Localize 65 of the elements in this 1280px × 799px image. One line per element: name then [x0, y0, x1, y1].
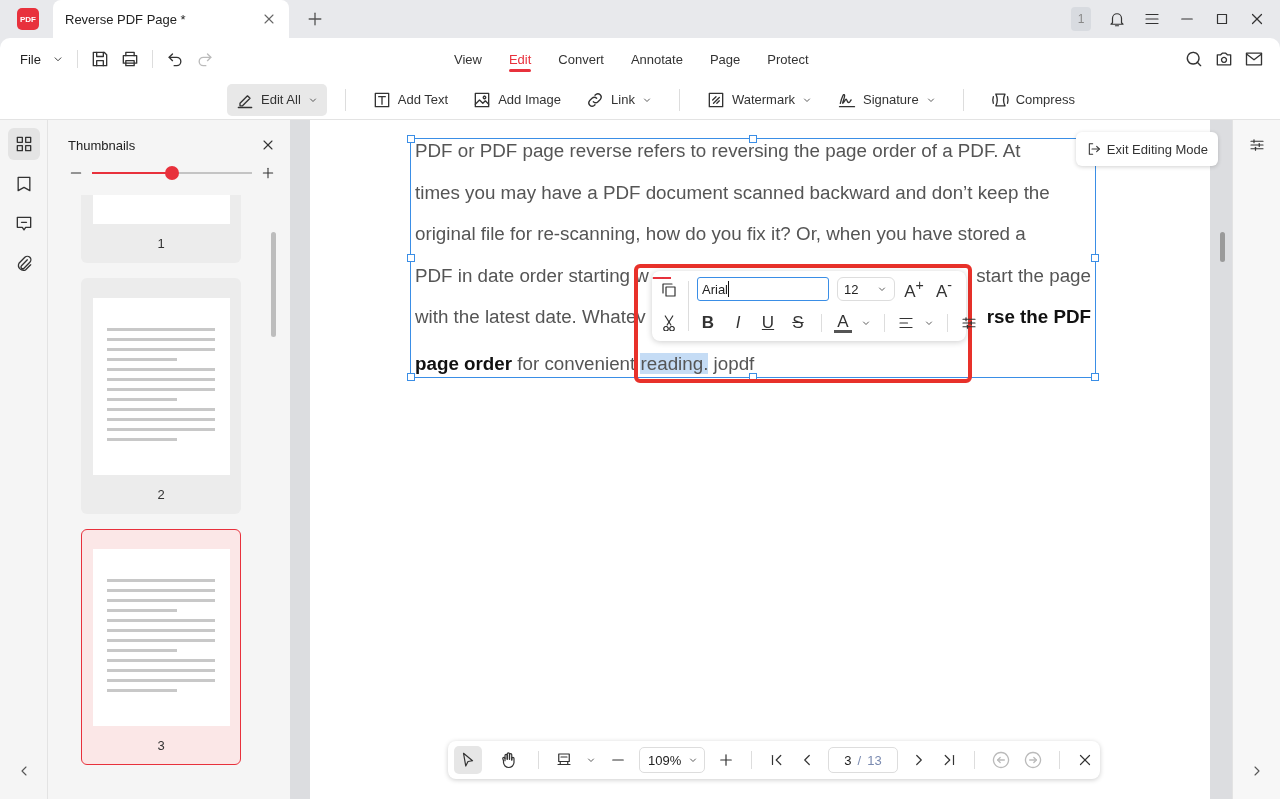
selected-text: reading. [640, 352, 709, 374]
resize-handle[interactable] [1091, 254, 1099, 262]
paragraph-text: PDF or PDF page reverse refers to reversing the page order of a PDF. At [415, 140, 1021, 161]
menu-tab[interactable]: Protect [767, 38, 809, 80]
font-color-button[interactable]: A [834, 313, 852, 333]
scrollbar[interactable] [1220, 232, 1225, 262]
toolbar-button[interactable]: Add Image [464, 83, 570, 116]
text-style-button[interactable]: I [727, 313, 749, 333]
sliders-icon[interactable] [1247, 136, 1266, 154]
toolbar-button[interactable]: Edit All [227, 83, 327, 116]
sidebar-button[interactable] [7, 128, 40, 160]
plus-icon[interactable] [717, 751, 735, 769]
tab-title: Reverse PDF Page * [65, 11, 186, 27]
paragraph-text: page order [415, 352, 513, 374]
paragraph-text: jopdf [712, 352, 755, 374]
sliders-icon[interactable] [960, 314, 978, 332]
tool-button[interactable] [454, 746, 482, 774]
scissors-icon[interactable] [660, 313, 678, 331]
page-field[interactable]: 3 / 13 [828, 747, 898, 773]
shrink-font-button[interactable]: A$^{-}$ [933, 276, 955, 302]
paragraph-text: for convenient [516, 352, 637, 374]
toolbar-button[interactable]: Signature [829, 83, 945, 116]
zoom-field[interactable]: 109% [639, 747, 705, 773]
menu-tab[interactable]: Convert [558, 38, 604, 80]
page-number: 3 [157, 738, 165, 753]
menu-tab[interactable]: Page [709, 38, 741, 80]
hand-icon [499, 751, 517, 769]
resize-handle[interactable] [749, 373, 757, 381]
panel-title: Thumbnails [68, 137, 136, 153]
resize-handle[interactable] [749, 135, 757, 143]
slider-thumb[interactable] [165, 166, 179, 180]
menu-tab[interactable]: View [454, 38, 482, 80]
toolbar-button[interactable]: Watermark [697, 83, 821, 116]
document-tab[interactable]: Reverse PDF Page * [53, 0, 289, 38]
app-logo: PDF [17, 8, 39, 30]
thumbnail-card[interactable]: 1 [81, 195, 241, 263]
menu-tab[interactable]: Edit [508, 38, 532, 80]
text-style-button[interactable]: B [697, 313, 719, 333]
toolbar-button[interactable]: Add Text [363, 83, 457, 116]
exit-editing-button[interactable]: Exit Editing Mode [1075, 132, 1218, 166]
toolbar-button[interactable]: Link [577, 83, 661, 116]
font-size-field[interactable]: 12 [837, 277, 895, 301]
paragraph-text: rse the PDF [986, 306, 1091, 327]
menu-tab[interactable]: Annotate [630, 38, 683, 80]
resize-handle[interactable] [407, 254, 415, 262]
resize-handle[interactable] [407, 135, 415, 143]
plus-icon[interactable] [260, 165, 276, 181]
bell-icon[interactable] [1108, 10, 1126, 28]
paragraph-text: start the page [976, 264, 1091, 286]
resize-handle[interactable] [407, 373, 415, 381]
thumbnail-card[interactable]: 3 [81, 529, 241, 765]
page-number: 2 [157, 487, 165, 502]
text-style-button[interactable]: U [757, 313, 779, 333]
resize-handle[interactable] [1091, 373, 1099, 381]
page-number: 1 [157, 236, 165, 251]
grow-font-button[interactable]: A$^{+}$ [903, 276, 925, 302]
scrollbar[interactable] [271, 232, 276, 337]
text-style-button[interactable]: S [787, 313, 809, 333]
toolbar-button[interactable]: Compress [981, 83, 1083, 116]
paragraph-text: times you may have a PDF document scanned backward and don’t keep the [415, 181, 1050, 203]
copy-icon[interactable] [660, 281, 678, 299]
thumbnail-card[interactable]: 2 [81, 278, 241, 514]
file-menu[interactable]: File [20, 51, 41, 67]
paragraph-text: original file for re-scanning, how do you fix it? Or, when you have stored a [415, 223, 1026, 244]
search-icon[interactable] [1184, 49, 1204, 69]
